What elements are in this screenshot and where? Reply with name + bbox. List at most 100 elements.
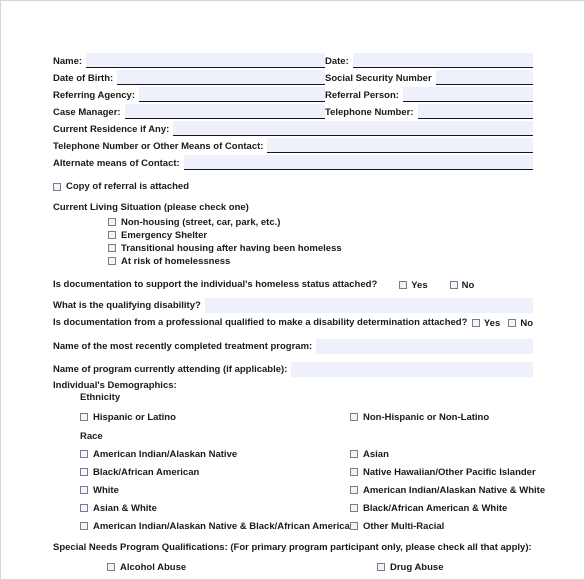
- special-needs-heading: Special Needs Program Qualifications: (F…: [53, 542, 532, 553]
- field-input-telephone-number[interactable]: [417, 104, 533, 119]
- checkbox-icon[interactable]: [108, 218, 116, 226]
- checkbox-label-black-african-american-and-white: Black/African American & White: [363, 502, 508, 514]
- checkbox-icon[interactable]: [80, 486, 88, 494]
- radio-disability-doc-yes[interactable]: Yes: [471, 317, 501, 329]
- field-input-referral-person[interactable]: [402, 87, 533, 102]
- field-input-social-security-number[interactable]: [435, 70, 533, 85]
- living-situation-heading: Current Living Situation (please check o…: [53, 202, 249, 213]
- checkbox-icon[interactable]: [350, 468, 358, 476]
- checkbox-icon[interactable]: [350, 450, 358, 458]
- field-input-date[interactable]: [352, 53, 533, 68]
- checkbox-asian[interactable]: Asian: [350, 445, 560, 463]
- field-recent-treatment-program: Name of the most recently completed trea…: [53, 337, 533, 354]
- field-input-qualifying-disability[interactable]: [204, 297, 533, 313]
- field-label-case-manager: Case Manager:: [53, 106, 121, 118]
- checkbox-hispanic-or-latino[interactable]: Hispanic or Latino: [80, 411, 350, 424]
- checkbox-label-alcohol-abuse: Alcohol Abuse: [120, 561, 187, 573]
- radio-disability-doc-no[interactable]: No: [508, 318, 533, 329]
- checkbox-icon[interactable]: [108, 244, 116, 252]
- checkbox-native-hawaiian-other-pacific-islander[interactable]: Native Hawaiian/Other Pacific Islander: [350, 463, 560, 481]
- field-label-qualifying-disability: What is the qualifying disability?: [53, 300, 201, 311]
- checkbox-copy-of-referral-attached[interactable]: Copy of referral is attached: [53, 180, 533, 193]
- checkbox-asian-and-white[interactable]: Asian & White: [80, 499, 350, 517]
- checkbox-icon[interactable]: [350, 413, 358, 421]
- label-no: No: [520, 317, 533, 329]
- checkbox-icon[interactable]: [80, 450, 88, 458]
- checkbox-american-indian-alaskan-native[interactable]: American Indian/Alaskan Native: [80, 445, 350, 463]
- field-referring-agency: Referring Agency:: [53, 85, 325, 102]
- field-label-date-of-birth: Date of Birth:: [53, 72, 114, 84]
- radio-homeless-doc-yes[interactable]: Yes: [399, 279, 428, 291]
- field-label-referral-person: Referral Person:: [325, 89, 399, 101]
- field-input-case-manager[interactable]: [124, 104, 325, 119]
- ethnicity-options: Hispanic or Latino Non-Hispanic or Non-L…: [80, 411, 533, 424]
- field-input-date-of-birth[interactable]: [117, 70, 325, 85]
- checkbox-label-drug-abuse: Drug Abuse: [390, 561, 444, 573]
- checkbox-icon[interactable]: [350, 486, 358, 494]
- label-yes: Yes: [411, 279, 428, 291]
- checkbox-icon[interactable]: [108, 231, 116, 239]
- checkbox-black-african-american-and-white[interactable]: Black/African American & White: [350, 499, 560, 517]
- checkbox-other-multi-racial[interactable]: Other Multi-Racial: [350, 517, 560, 535]
- question-text-homeless-documentation: Is documentation to support the individu…: [53, 279, 378, 291]
- checkbox-at-risk-of-homelessness[interactable]: At risk of homelessness: [108, 255, 533, 268]
- field-input-current-program[interactable]: [291, 361, 533, 377]
- demographics-heading: Individual's Demographics:: [53, 379, 177, 391]
- race-options: American Indian/Alaskan Native Black/Afr…: [53, 445, 545, 535]
- checkbox-alcohol-abuse[interactable]: Alcohol Abuse: [107, 561, 377, 574]
- label-yes: Yes: [483, 317, 501, 329]
- field-row-name-date: Name: Date:: [53, 51, 533, 68]
- checkbox-label-american-indian-alaskan-native-and-black-african-american: American Indian/Alaskan Native & Black/A…: [93, 520, 356, 532]
- field-date-of-birth: Date of Birth:: [53, 68, 325, 85]
- checkbox-icon[interactable]: [80, 504, 88, 512]
- field-input-recent-treatment-program[interactable]: [316, 338, 533, 354]
- checkbox-icon[interactable]: [350, 504, 358, 512]
- race-options-right-column: Asian Native Hawaiian/Other Pacific Isla…: [350, 445, 560, 535]
- field-input-telephone-or-other-contact[interactable]: [267, 138, 533, 153]
- checkbox-icon[interactable]: [107, 563, 115, 571]
- checkbox-transitional-housing[interactable]: Transitional housing after having been h…: [108, 242, 533, 255]
- checkbox-emergency-shelter[interactable]: Emergency Shelter: [108, 229, 533, 242]
- checkbox-label-copy-of-referral: Copy of referral is attached: [66, 181, 190, 192]
- race-subsection: Race: [80, 431, 533, 442]
- checkbox-label-non-hispanic-or-non-latino: Non-Hispanic or Non-Latino: [363, 411, 490, 423]
- special-needs-section: Special Needs Program Qualifications: (F…: [53, 543, 533, 574]
- field-label-telephone-number: Telephone Number:: [325, 106, 414, 118]
- checkbox-icon[interactable]: [508, 319, 517, 327]
- checkbox-white[interactable]: White: [80, 481, 350, 499]
- checkbox-icon[interactable]: [80, 468, 88, 476]
- field-social-security-number: Social Security Number: [325, 68, 533, 85]
- field-input-referring-agency[interactable]: [139, 87, 325, 102]
- checkbox-label-black-african-american: Black/African American: [93, 466, 200, 478]
- checkbox-icon[interactable]: [108, 257, 116, 265]
- radio-homeless-doc-no[interactable]: No: [449, 280, 474, 291]
- checkbox-icon[interactable]: [80, 522, 88, 530]
- checkbox-black-african-american[interactable]: Black/African American: [80, 463, 350, 481]
- checkbox-label-white: White: [93, 484, 119, 496]
- checkbox-drug-abuse[interactable]: Drug Abuse: [377, 561, 584, 574]
- checkbox-icon[interactable]: [449, 281, 458, 289]
- checkbox-american-indian-alaskan-native-and-black-african-american[interactable]: American Indian/Alaskan Native & Black/A…: [80, 517, 356, 535]
- form-page: Name: Date: Date of Birth: Social Securi…: [0, 0, 585, 580]
- checkbox-icon[interactable]: [471, 319, 480, 327]
- living-situation-options: Non-housing (street, car, park, etc.) Em…: [108, 216, 533, 268]
- checkbox-icon[interactable]: [53, 182, 61, 191]
- field-input-current-residence[interactable]: [173, 121, 533, 136]
- field-input-alternate-contact[interactable]: [183, 155, 533, 170]
- field-label-name: Name:: [53, 55, 83, 67]
- field-referral-person: Referral Person:: [325, 85, 533, 102]
- field-input-name[interactable]: [86, 53, 325, 68]
- checkbox-icon[interactable]: [350, 522, 358, 530]
- checkbox-label-non-housing: Non-housing (street, car, park, etc.): [121, 216, 281, 228]
- contact-fields-block: Current Residence if Any: Telephone Numb…: [53, 119, 533, 170]
- field-qualifying-disability: What is the qualifying disability?: [53, 296, 533, 313]
- question-text-disability-documentation: Is documentation from a professional qua…: [53, 317, 468, 329]
- checkbox-icon[interactable]: [80, 413, 88, 421]
- checkbox-non-hispanic-or-non-latino[interactable]: Non-Hispanic or Non-Latino: [350, 411, 560, 424]
- checkbox-american-indian-alaskan-native-and-white[interactable]: American Indian/Alaskan Native & White: [350, 481, 560, 499]
- checkbox-icon[interactable]: [399, 281, 408, 289]
- documentation-questions-section: Is documentation to support the individu…: [53, 278, 533, 377]
- field-row-case-manager-phone: Case Manager: Telephone Number:: [53, 102, 533, 119]
- checkbox-non-housing[interactable]: Non-housing (street, car, park, etc.): [108, 216, 533, 229]
- checkbox-icon[interactable]: [377, 563, 385, 571]
